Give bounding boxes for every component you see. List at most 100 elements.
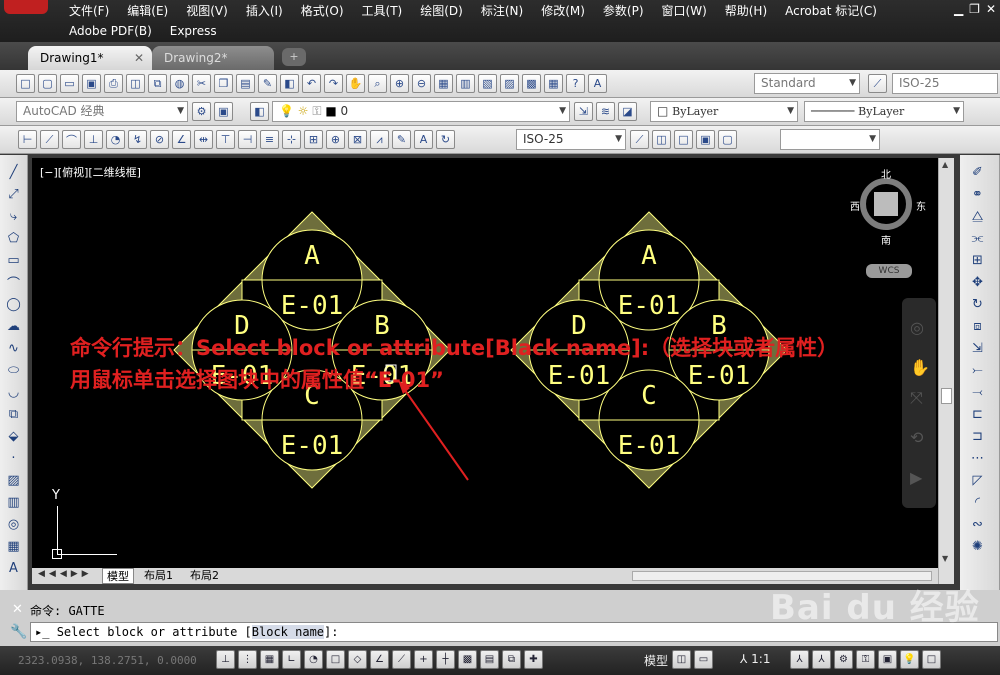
tolerance-icon[interactable]: ⊞: [304, 130, 323, 149]
polar-tracking-icon[interactable]: ◔: [304, 650, 323, 669]
scroll-down-icon[interactable]: ▼: [942, 554, 948, 563]
make-current-icon[interactable]: ⇲: [574, 102, 593, 121]
tab-drawing2[interactable]: Drawing2*: [152, 46, 274, 70]
new-tab-button[interactable]: +: [282, 48, 306, 66]
transparency-icon[interactable]: ▩: [458, 650, 477, 669]
restore-icon[interactable]: ❐: [969, 2, 980, 16]
redo-icon[interactable]: ↷: [324, 74, 343, 93]
menu-item-main-11[interactable]: 帮助(H): [716, 1, 776, 21]
menu-item-main-7[interactable]: 标注(N): [472, 1, 532, 21]
3d-osnap-icon[interactable]: ◇: [348, 650, 367, 669]
make-block-icon[interactable]: ⬙: [4, 427, 23, 446]
tool-palettes-icon[interactable]: ▧: [478, 74, 497, 93]
ellipse-icon[interactable]: ⬭: [4, 361, 23, 380]
mirror-icon[interactable]: ⧋: [968, 207, 987, 226]
viewport-icon[interactable]: ◫: [652, 130, 671, 149]
menu-item-extra-0[interactable]: Adobe PDF(B): [60, 21, 161, 41]
ellipse-arc-icon[interactable]: ◡: [4, 383, 23, 402]
gradient-icon[interactable]: ▥: [4, 493, 23, 512]
menu-item-main-0[interactable]: 文件(F): [60, 1, 118, 21]
print-icon[interactable]: ⎙: [104, 74, 123, 93]
menu-item-main-6[interactable]: 绘图(D): [411, 1, 472, 21]
layer-manager-icon[interactable]: ◧: [250, 102, 269, 121]
workspace-select[interactable]: AutoCAD 经典 ▼: [16, 101, 188, 122]
selection-cycling-icon[interactable]: ⧉: [502, 650, 521, 669]
array-icon[interactable]: ⊞: [968, 251, 987, 270]
zoom-window-icon[interactable]: ⊕: [390, 74, 409, 93]
clean-screen-icon[interactable]: □: [922, 650, 941, 669]
circle-icon[interactable]: ◯: [4, 295, 23, 314]
arc-icon[interactable]: ⌒: [4, 273, 23, 292]
dim-style-select-top[interactable]: ISO-25: [892, 73, 998, 94]
single-viewport-icon[interactable]: □: [674, 130, 693, 149]
annotation-visibility-icon[interactable]: ⅄: [790, 650, 809, 669]
viewport-scale-select[interactable]: ▼: [780, 129, 880, 150]
new-file-icon[interactable]: □: [16, 74, 35, 93]
quick-view-drawings-icon[interactable]: ▭: [694, 650, 713, 669]
menu-item-main-9[interactable]: 参数(P): [594, 1, 653, 21]
dim-update-icon[interactable]: ↻: [436, 130, 455, 149]
explode-icon[interactable]: ✺: [968, 537, 987, 556]
rotate-icon[interactable]: ↻: [968, 295, 987, 314]
menu-item-main-4[interactable]: 格式(O): [292, 1, 353, 21]
vertical-scrollbar[interactable]: ▲ ▼: [938, 158, 954, 584]
clip-viewport-icon[interactable]: ▣: [696, 130, 715, 149]
hatch-icon[interactable]: ▨: [4, 471, 23, 490]
menu-item-main-10[interactable]: 窗口(W): [653, 1, 716, 21]
undo-icon[interactable]: ↶: [302, 74, 321, 93]
viewcube[interactable]: 北 南 东 西 WCS: [850, 166, 932, 281]
sheet-set-icon[interactable]: ▨: [500, 74, 519, 93]
erase-icon[interactable]: ✐: [968, 163, 987, 182]
dim-text-edit-icon[interactable]: A: [414, 130, 433, 149]
quick-dim-icon[interactable]: ⇹: [194, 130, 213, 149]
polyline-icon[interactable]: ⤷: [4, 207, 23, 226]
region-icon[interactable]: ◎: [4, 515, 23, 534]
publish-icon[interactable]: ⧉: [148, 74, 167, 93]
layer-previous-icon[interactable]: ≋: [596, 102, 615, 121]
menu-item-extra-1[interactable]: Express: [161, 21, 226, 41]
diameter-dim-icon[interactable]: ⊘: [150, 130, 169, 149]
baseline-icon[interactable]: ⊤: [216, 130, 235, 149]
chamfer-icon[interactable]: ◸: [968, 471, 987, 490]
tab-layout2[interactable]: 布局2: [186, 568, 223, 584]
open-icon[interactable]: ▭: [60, 74, 79, 93]
trim-icon[interactable]: ⤚: [968, 361, 987, 380]
menu-item-main-8[interactable]: 修改(M): [532, 1, 594, 21]
menu-item-main-5[interactable]: 工具(T): [353, 1, 412, 21]
layer-state-icon[interactable]: ◪: [618, 102, 637, 121]
extend-icon[interactable]: ⤙: [968, 383, 987, 402]
wcs-menu[interactable]: WCS: [866, 264, 912, 278]
dim-style-select[interactable]: ISO-25 ▼: [516, 129, 626, 150]
dim-style-icon[interactable]: ⟋: [868, 74, 887, 93]
design-center-icon[interactable]: ▥: [456, 74, 475, 93]
menu-item-main-2[interactable]: 视图(V): [177, 1, 237, 21]
preview-icon[interactable]: ◫: [126, 74, 145, 93]
fillet-icon[interactable]: ◜: [968, 493, 987, 512]
properties-icon[interactable]: ▦: [434, 74, 453, 93]
annotation-scale[interactable]: ⅄ 1:1: [740, 652, 770, 666]
break-icon[interactable]: ⊐: [968, 427, 987, 446]
showmotion-icon[interactable]: ▶: [910, 468, 922, 487]
stretch-icon[interactable]: ⇲: [968, 339, 987, 358]
match-properties-icon[interactable]: ✎: [258, 74, 277, 93]
menu-item-main-12[interactable]: Acrobat 标记(C): [776, 1, 886, 21]
layout-nav-arrows[interactable]: ◀◀◀▶▶: [38, 569, 93, 579]
text-style-icon[interactable]: A: [588, 74, 607, 93]
toolbar-lock-icon[interactable]: ⚿: [856, 650, 875, 669]
angular-dim-icon[interactable]: ∠: [172, 130, 191, 149]
auto-scale-icon[interactable]: ⅄: [812, 650, 831, 669]
point-icon[interactable]: ·: [4, 449, 23, 468]
multiline-text-icon[interactable]: A: [4, 559, 23, 578]
linetype-select[interactable]: ────── ByLayer ▼: [804, 101, 964, 122]
scale-icon[interactable]: ⧈: [968, 317, 987, 336]
annotation-monitor-icon[interactable]: ✚: [524, 650, 543, 669]
ortho-icon[interactable]: ∟: [282, 650, 301, 669]
viewcube-top-face[interactable]: [874, 192, 898, 216]
qnew-icon[interactable]: ▢: [38, 74, 57, 93]
lineweight-icon[interactable]: ┼: [436, 650, 455, 669]
dyn-icon[interactable]: +: [414, 650, 433, 669]
tab-layout1[interactable]: 布局1: [140, 568, 177, 584]
polygon-icon[interactable]: ⬠: [4, 229, 23, 248]
radius-dim-icon[interactable]: ◔: [106, 130, 125, 149]
scroll-up-icon[interactable]: ▲: [942, 160, 948, 169]
